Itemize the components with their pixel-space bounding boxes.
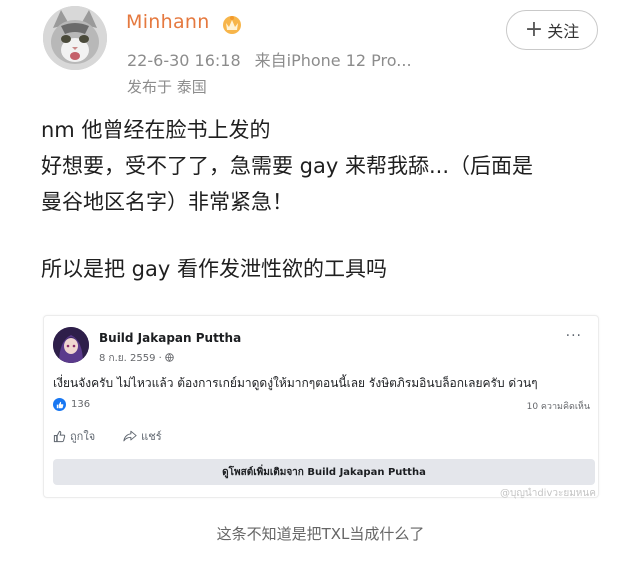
body-line: 好想要，受不了了，急需要 gay 来帮我舔...（后面是 bbox=[41, 154, 534, 178]
crown-badge-icon bbox=[223, 16, 241, 34]
follow-label: 关注 bbox=[547, 22, 580, 41]
page-avatar[interactable] bbox=[53, 327, 89, 363]
like-label: ถูกใจ bbox=[70, 430, 96, 443]
username[interactable]: Minhann bbox=[126, 11, 210, 33]
like-badge-icon bbox=[53, 398, 66, 411]
watermark: @บุญนำdivวะยมหนค bbox=[500, 488, 596, 499]
body-line: 曼谷地区名字）非常紧急！ bbox=[41, 190, 293, 214]
globe-icon bbox=[165, 353, 174, 362]
post-date: 8 ก.ย. 2559 · bbox=[99, 351, 174, 366]
thumbs-up-icon bbox=[53, 430, 66, 442]
follow-button[interactable]: + 关注 bbox=[506, 10, 598, 50]
share-button[interactable]: แชร์ bbox=[123, 427, 162, 445]
cat-avatar-image bbox=[43, 6, 107, 70]
see-more-posts-button[interactable]: ดูโพสต์เพิ่มเติมจาก Build Jakapan Puttha bbox=[53, 459, 595, 485]
embedded-facebook-post[interactable]: Build Jakapan Puttha 8 ก.ย. 2559 · ··· เ… bbox=[43, 315, 599, 498]
like-count: 136 bbox=[71, 399, 91, 410]
like-button[interactable]: ถูกใจ bbox=[53, 427, 95, 445]
body-line: nm 他曾经在脸书上发的 bbox=[41, 118, 271, 142]
post-time: 22-6-30 16:18 bbox=[127, 51, 241, 70]
share-label: แชร์ bbox=[141, 430, 162, 443]
reaction-summary[interactable]: 136 bbox=[53, 398, 90, 411]
plus-icon: + bbox=[524, 17, 544, 42]
post-source: 来自iPhone 12 Pro... bbox=[254, 51, 412, 70]
post-body: nm 他曾经在脸书上发的 好想要，受不了了，急需要 gay 来帮我舔...（后面… bbox=[41, 112, 611, 287]
body-line: 所以是把 gay 看作发泄性欲的工具吗 bbox=[41, 257, 387, 281]
image-caption: 这条不知道是把TXL当成什么了 bbox=[216, 525, 425, 543]
comment-count[interactable]: 10 ความคิดเห็น bbox=[527, 399, 590, 413]
post-text: เงี่ยนจังครับ ไม่ไหวแล้ว ต้องการเกย์มาดู… bbox=[53, 376, 538, 390]
action-bar: ถูกใจ แชร์ bbox=[53, 427, 162, 445]
page-name[interactable]: Build Jakapan Puttha bbox=[99, 331, 241, 345]
weibo-post: Minhann 22-6-30 16:18 来自iPhone 12 Pro... … bbox=[0, 0, 641, 568]
post-date-text: 8 ก.ย. 2559 · bbox=[99, 353, 165, 364]
share-icon bbox=[123, 430, 137, 442]
post-meta: 22-6-30 16:18 来自iPhone 12 Pro... bbox=[127, 47, 412, 71]
anime-avatar-image bbox=[53, 327, 89, 363]
more-options-icon[interactable]: ··· bbox=[566, 328, 582, 344]
user-avatar[interactable] bbox=[43, 6, 107, 70]
post-location: 发布于 泰国 bbox=[127, 78, 207, 96]
